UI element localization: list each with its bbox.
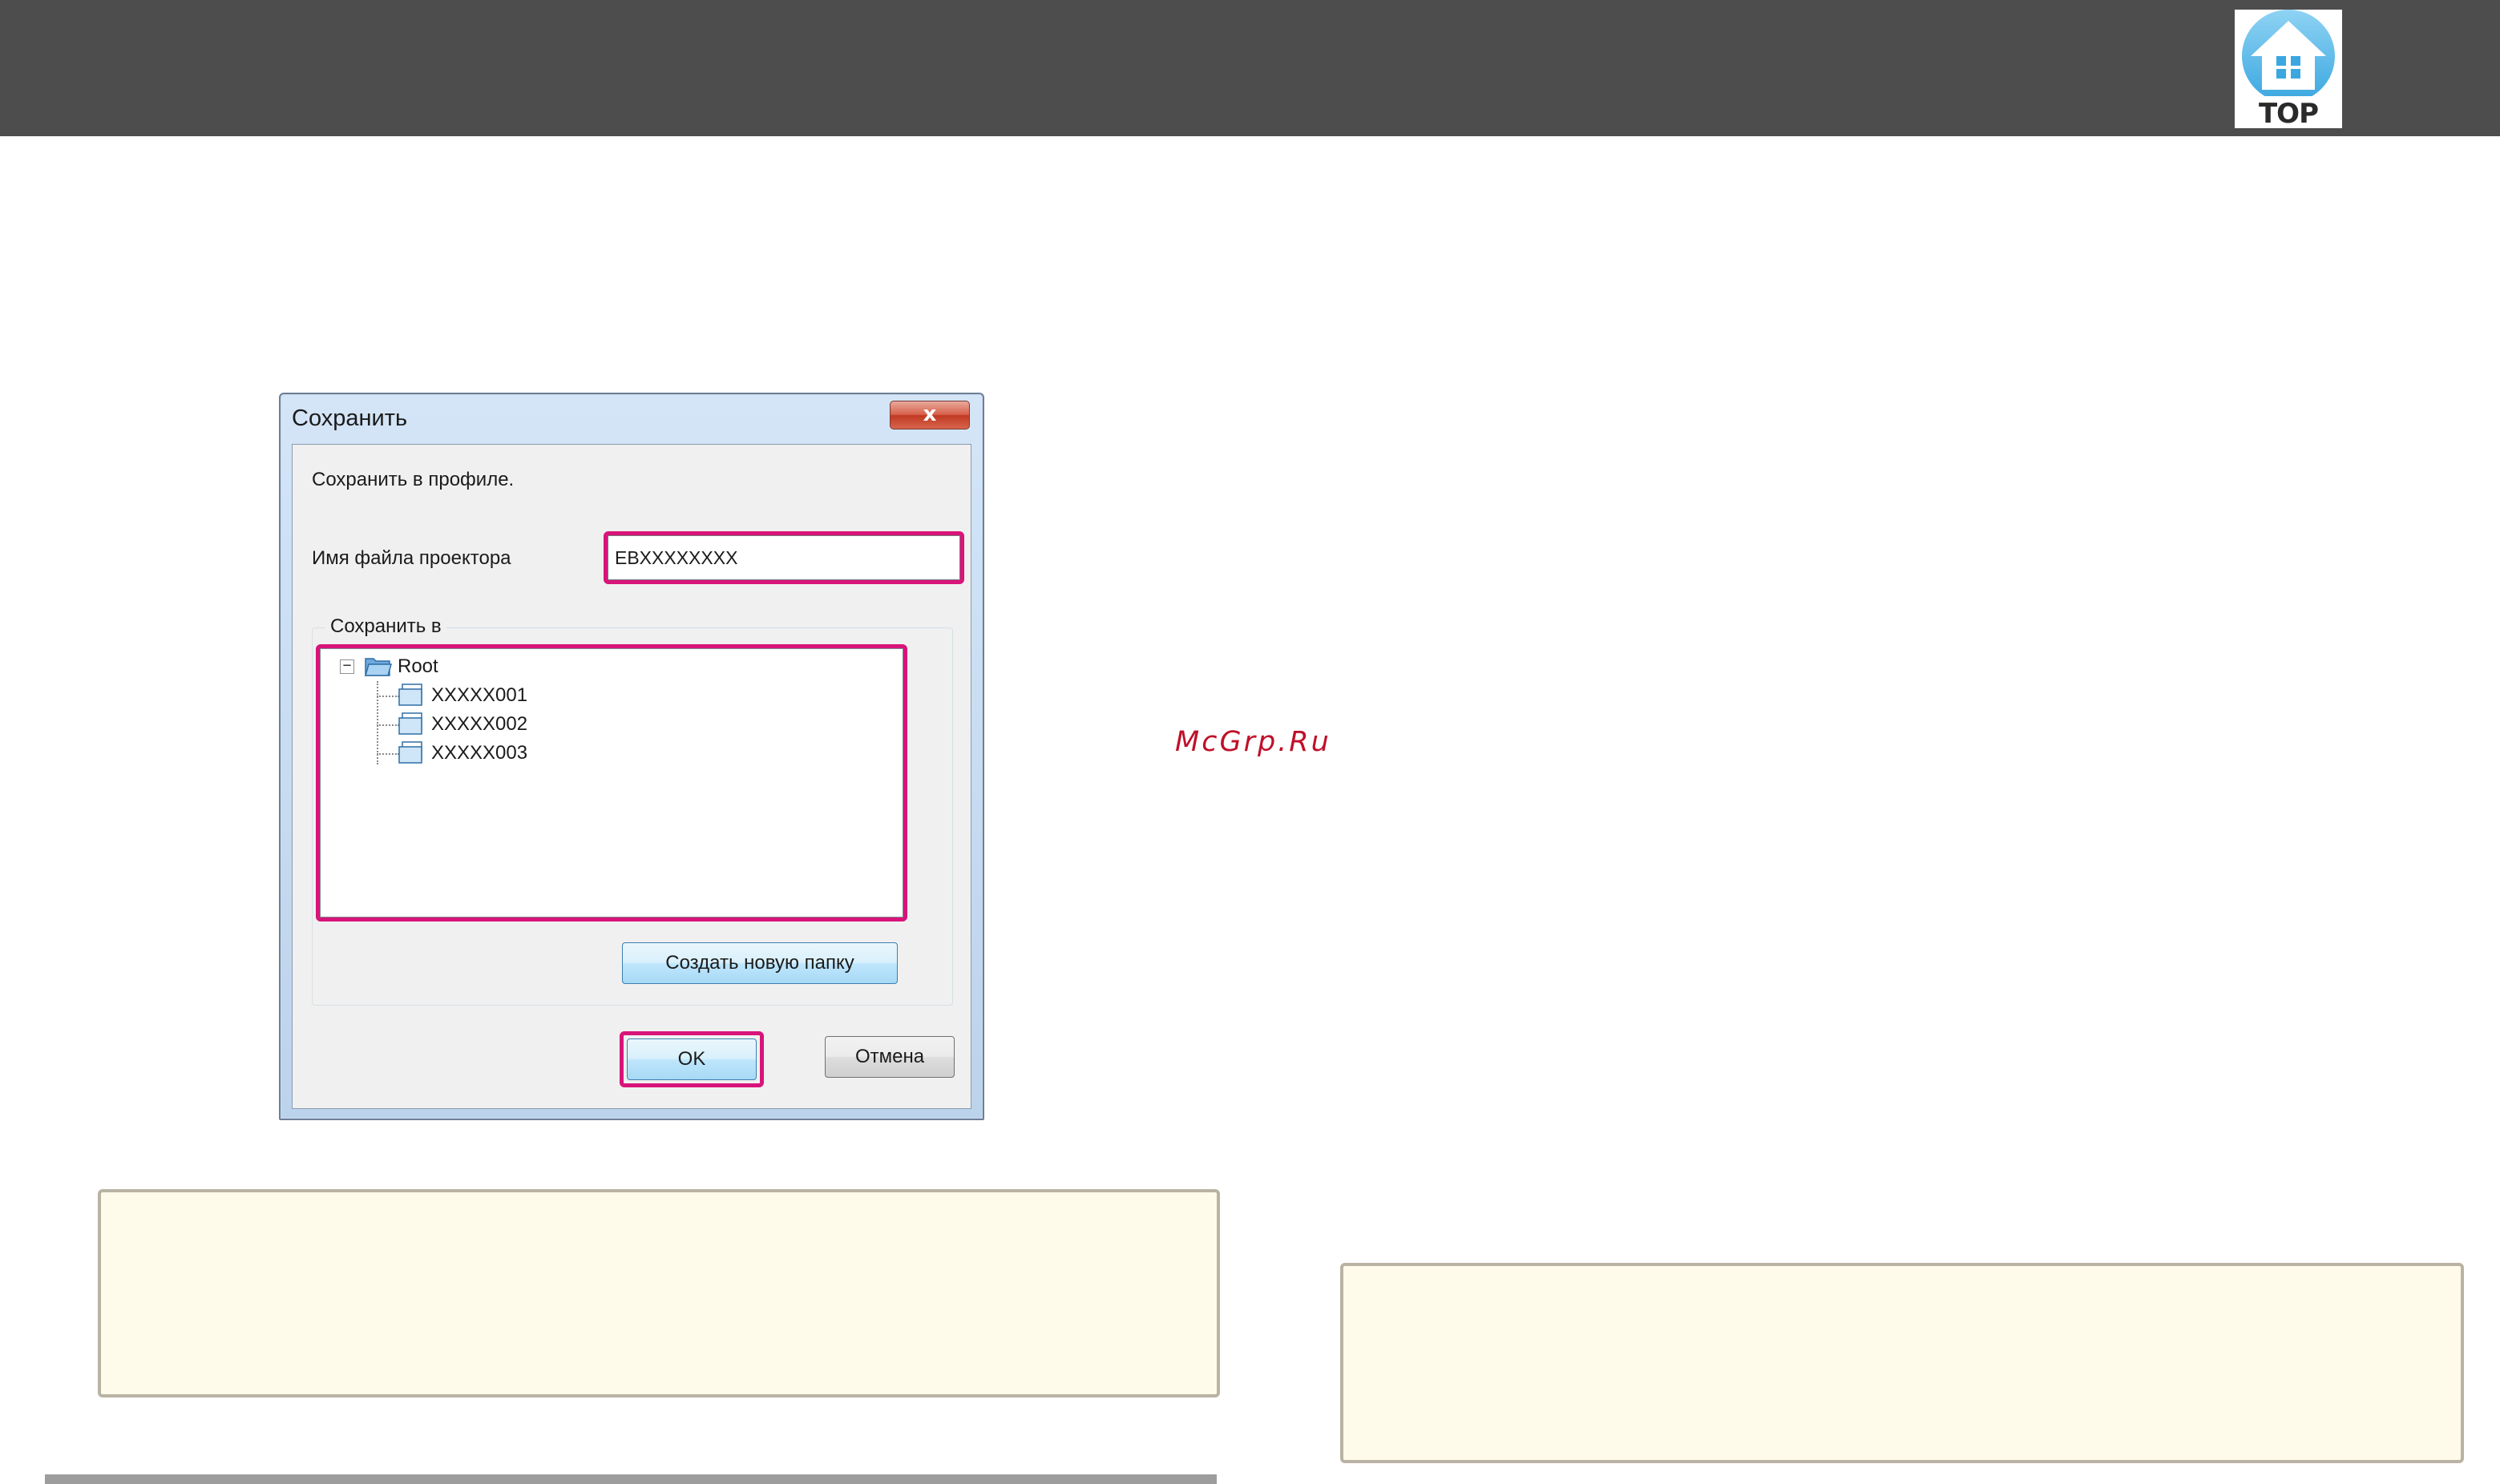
new-folder-button[interactable]: Создать новую папку (622, 942, 898, 984)
house-icon (2242, 10, 2335, 96)
dialog-title: Сохранить (292, 405, 408, 431)
filename-highlight (604, 531, 964, 584)
close-button[interactable]: x (890, 401, 970, 429)
folder-icon (398, 741, 422, 764)
tree-item[interactable]: XXXXX003 (398, 739, 606, 766)
open-folder-icon (365, 658, 392, 676)
filename-input[interactable] (608, 535, 960, 580)
tree-root-row[interactable]: − Root (332, 652, 572, 679)
top-button[interactable]: TOP (2235, 10, 2342, 128)
intro-text: Сохранить в профиле. (312, 469, 515, 490)
section-divider (45, 1474, 1217, 1484)
tree-item-label: XXXXX001 (431, 684, 528, 706)
header-bar (0, 0, 2500, 136)
tree-connector (377, 753, 399, 755)
filename-label: Имя файла проектора (312, 547, 511, 569)
save-dialog: Сохранить x Сохранить в профиле. Имя фай… (279, 393, 984, 1120)
tree-item-label: XXXXX003 (431, 742, 528, 764)
tree-connector (377, 681, 378, 764)
tree-item-label: XXXXX002 (431, 713, 528, 735)
tree-connector (377, 696, 399, 697)
dialog-body: Сохранить в профиле. Имя файла проектора… (292, 444, 971, 1109)
ok-button[interactable]: OK (627, 1038, 757, 1080)
group-label: Сохранить в (325, 615, 446, 638)
folder-tree-highlight: − Root XXXXX001 XXXXX002 XXXXX003 (316, 644, 907, 921)
save-location-group: Сохранить в − Root XXXXX001 XXXXX002 XXX… (312, 615, 953, 1006)
note-box-right (1340, 1263, 2464, 1463)
watermark: McGrp.Ru (1175, 726, 1331, 758)
top-button-label: TOP (2258, 98, 2319, 128)
tree-item[interactable]: XXXXX001 (398, 681, 606, 708)
tree-root-label: Root (398, 655, 438, 677)
folder-icon (398, 684, 422, 706)
cancel-button[interactable]: Отмена (825, 1036, 955, 1078)
folder-icon (398, 712, 422, 735)
tree-item[interactable]: XXXXX002 (398, 710, 606, 737)
collapse-icon[interactable]: − (340, 659, 354, 674)
folder-tree[interactable]: − Root XXXXX001 XXXXX002 XXXXX003 (320, 648, 903, 917)
ok-button-highlight: OK (620, 1031, 764, 1087)
note-box-left (98, 1189, 1220, 1397)
tree-connector (377, 724, 399, 726)
